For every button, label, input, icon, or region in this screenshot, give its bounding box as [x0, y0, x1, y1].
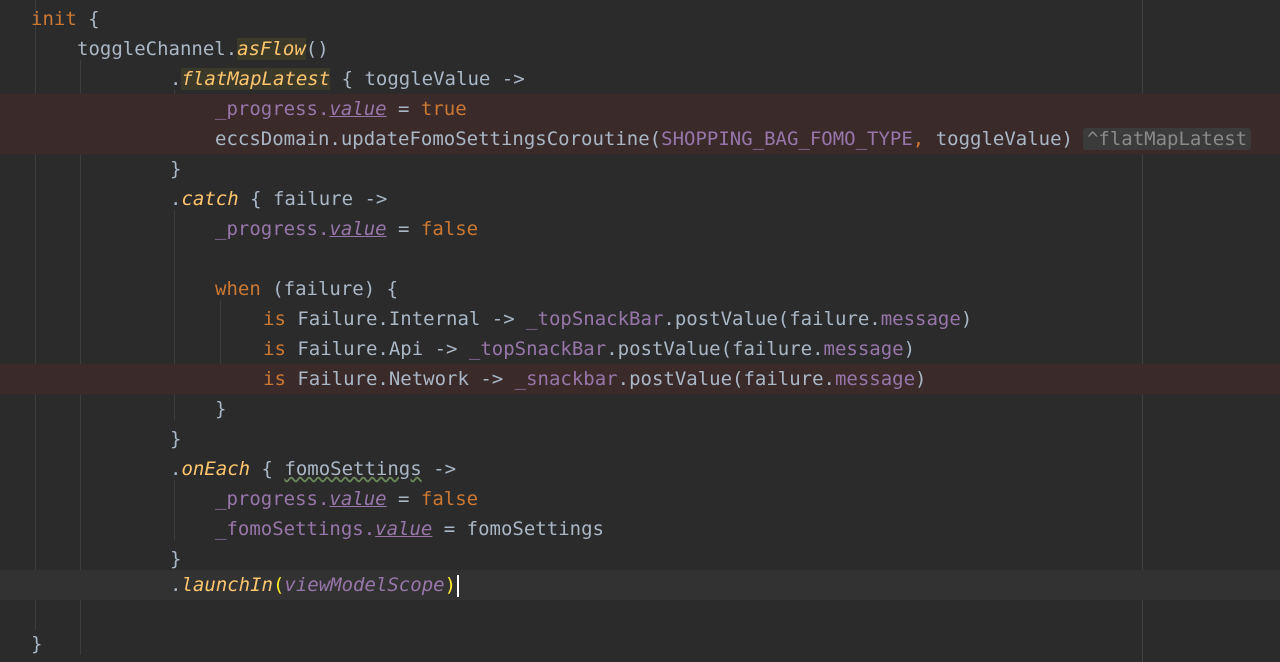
function-call: onEach — [181, 458, 251, 480]
keyword: true — [420, 98, 467, 120]
code-text: ) — [915, 368, 927, 390]
bracket-match: ( — [272, 574, 285, 596]
property: message — [834, 368, 916, 390]
code-line-2[interactable]: toggleChannel.asFlow() — [0, 34, 1280, 64]
code-text: toggleChannel. — [77, 38, 238, 60]
code-line-12[interactable]: is Failure.Api -> _topSnackBar.postValue… — [0, 334, 1280, 364]
code-line-7[interactable]: .catch { failure -> — [0, 184, 1280, 214]
code-line-14[interactable]: } — [0, 394, 1280, 424]
code-line-1[interactable]: init { — [0, 4, 1280, 34]
property: value — [329, 98, 387, 120]
code-text: .postValue(failure. — [617, 368, 835, 390]
code-text: } — [215, 398, 227, 420]
code-text: toggleValue) — [924, 128, 1073, 150]
code-line-13[interactable]: is Failure.Network -> _snackbar.postValu… — [0, 364, 1280, 394]
code-text: .postValue(failure. — [606, 338, 824, 360]
code-line-16[interactable]: .onEach { fomoSettings -> — [0, 454, 1280, 484]
property: _progress. — [215, 98, 330, 120]
property: value — [329, 218, 387, 240]
keyword: init — [31, 8, 77, 30]
code-line-17[interactable]: _progress.value = false — [0, 484, 1280, 514]
code-text: { — [250, 458, 285, 480]
code-text: { failure -> — [238, 188, 388, 210]
code-line-6[interactable]: } — [0, 154, 1280, 184]
property: message — [823, 338, 904, 360]
code-text: { toggleValue -> — [330, 68, 525, 90]
code-line-3[interactable]: .flatMapLatest { toggleValue -> — [0, 64, 1280, 94]
code-text: (failure) { — [260, 278, 399, 300]
code-text: ) — [960, 308, 973, 330]
keyword: is — [263, 338, 286, 360]
property: value — [375, 518, 433, 540]
inlay-hint: ^flatMapLatest — [1082, 128, 1252, 150]
code-text: Failure.Api -> — [285, 338, 469, 360]
property: _topSnackBar — [526, 308, 664, 330]
code-text: Failure.Internal -> — [285, 308, 527, 330]
bracket-match: ) — [444, 574, 457, 596]
text-caret — [457, 574, 460, 597]
code-line-8[interactable]: _progress.value = false — [0, 214, 1280, 244]
function-call: launchIn — [181, 574, 273, 596]
code-text: . — [170, 188, 182, 210]
function-call: flatMapLatest — [181, 68, 331, 90]
keyword: when — [215, 278, 261, 300]
code-text: () — [305, 38, 329, 60]
code-line-15[interactable]: } — [0, 424, 1280, 454]
code-line-10[interactable]: when (failure) { — [0, 274, 1280, 304]
property: value — [329, 488, 387, 510]
code-text: , — [912, 128, 925, 150]
keyword: is — [263, 308, 286, 330]
code-line-22[interactable]: } — [0, 629, 1280, 659]
property: _snackbar — [514, 368, 618, 390]
code-text: = — [386, 218, 421, 240]
code-line-18[interactable]: _fomoSettings.value = fomoSettings — [0, 514, 1280, 544]
keyword: is — [263, 368, 286, 390]
lambda-parameter: fomoSettings — [284, 458, 422, 480]
code-text: { — [76, 8, 100, 30]
code-editor[interactable]: init { toggleChannel.asFlow() .flatMapLa… — [0, 0, 1280, 662]
property: _progress. — [215, 488, 330, 510]
code-text: = fomoSettings — [432, 518, 604, 540]
code-line-11[interactable]: is Failure.Internal -> _topSnackBar.post… — [0, 304, 1280, 334]
code-text: = — [386, 488, 421, 510]
constant: SHOPPING_BAG_FOMO_TYPE — [661, 128, 913, 150]
code-line-4[interactable]: _progress.value = true — [0, 94, 1280, 124]
argument: viewModelScope — [284, 574, 445, 596]
code-text: -> — [421, 458, 457, 480]
code-text: .postValue(failure. — [663, 308, 881, 330]
property: _topSnackBar — [468, 338, 607, 360]
code-text: . — [170, 574, 182, 596]
property: message — [880, 308, 961, 330]
code-text: } — [170, 428, 182, 450]
code-text: } — [170, 548, 182, 570]
code-line-20[interactable]: .launchIn(viewModelScope) — [0, 570, 1280, 600]
keyword: false — [420, 488, 479, 510]
function-call: catch — [181, 188, 239, 210]
keyword: false — [420, 218, 479, 240]
code-text: = — [386, 98, 421, 120]
code-line-5[interactable]: eccsDomain.updateFomoSettingsCoroutine(S… — [0, 124, 1280, 154]
function-call: asFlow — [237, 38, 306, 60]
code-text: } — [170, 158, 182, 180]
code-text: } — [31, 633, 43, 655]
property: _progress. — [215, 218, 330, 240]
code-text: eccsDomain.updateFomoSettingsCoroutine( — [215, 128, 662, 150]
property: _fomoSettings. — [215, 518, 376, 540]
code-text: . — [170, 68, 182, 90]
code-text: Failure.Network -> — [285, 368, 515, 390]
code-text: . — [170, 458, 182, 480]
code-text: ) — [903, 338, 916, 360]
